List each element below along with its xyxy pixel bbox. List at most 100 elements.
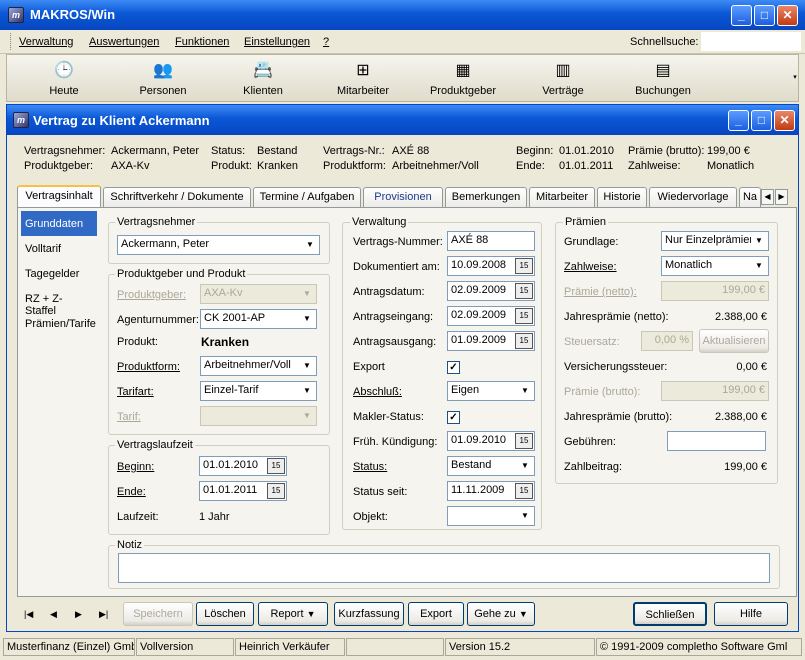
vl-beginn-date[interactable]: 01.01.2010 15 [199,456,287,476]
chevron-down-icon[interactable]: ▼ [299,358,315,374]
makler-status-checkbox[interactable]: ✓ [447,411,460,424]
tab-provisionen[interactable]: Provisionen [363,187,443,208]
close-button[interactable]: ✕ [777,5,798,26]
fruehkuendigung-date[interactable]: 01.09.2010 15 [447,431,535,451]
tab-bemerkungen[interactable]: Bemerkungen [445,187,527,208]
vertragsnummer-input[interactable]: AXÉ 88 [447,231,535,251]
minimize-button[interactable]: _ [731,5,752,26]
client-card-icon: 📇 [253,62,273,79]
export-button[interactable]: Export [408,602,464,626]
products-stack-icon: ▦ [455,62,471,79]
menu-auswertungen[interactable]: Auswertungen [89,36,159,48]
notiz-textarea[interactable] [118,553,770,583]
grundlage-select[interactable]: Nur Einzelprämien ▼ [661,231,769,251]
toolbar-mitarbeiter-button[interactable]: ⊞ Mitarbeiter [321,58,405,100]
last-record-icon[interactable]: ▶| [99,609,108,620]
chevron-down-icon[interactable]: ▼ [517,383,533,399]
chevron-down-icon[interactable]: ▼ [751,258,767,274]
abschluss-select[interactable]: Eigen ▼ [447,381,535,401]
dokumentiert-date[interactable]: 10.09.2008 15 [447,256,535,276]
antragsdatum-date[interactable]: 02.09.2009 15 [447,281,535,301]
tab-historie[interactable]: Historie [597,187,647,208]
child-minimize-button[interactable]: _ [728,110,749,131]
contract-chart-icon: ▥ [555,62,571,79]
status-select[interactable]: Bestand ▼ [447,456,535,476]
menu-einstellungen[interactable]: Einstellungen [244,36,310,48]
calendar-icon[interactable]: 15 [515,333,533,349]
objekt-select[interactable]: ▼ [447,506,535,526]
contract-window: m Vertrag zu Klient Ackermann _ □ ✕ Vert… [6,104,799,632]
menu-help[interactable]: ? [323,36,329,48]
loeschen-button[interactable]: Löschen [196,602,254,626]
calendar-icon[interactable]: 15 [515,258,533,274]
status-version: Version 15.2 [445,638,595,656]
chevron-down-icon[interactable]: ▼ [302,237,318,253]
antragsausgang-date[interactable]: 01.09.2009 15 [447,331,535,351]
toolbar-buchungen-button[interactable]: ▤ Buchungen [621,58,705,100]
gebuehren-input[interactable] [667,431,766,451]
produktform-select[interactable]: Arbeitnehmer/Voll ▼ [200,356,317,376]
toolbar-personen-button[interactable]: 👥 Personen [121,58,205,100]
vertragsnehmer-select[interactable]: Ackermann, Peter ▼ [117,235,320,255]
fruehkuendigung-label: Früh. Kündigung: [353,436,438,448]
group-vertragslaufzeit-label: Vertragslaufzeit [115,439,195,451]
tab-vertragsinhalt[interactable]: Vertragsinhalt [17,185,101,208]
side-item-tagegelder[interactable]: Tagegelder [21,261,97,286]
menu-funktionen[interactable]: Funktionen [175,36,229,48]
versicherungssteuer-value: 0,00 € [736,361,767,373]
calendar-icon[interactable]: 15 [267,483,285,499]
quicksearch-input[interactable] [701,32,801,51]
tab-mitarbeiter[interactable]: Mitarbeiter [529,187,595,208]
tab-wiedervorlage[interactable]: Wiedervorlage [649,187,737,208]
zahlweise-select[interactable]: Monatlich ▼ [661,256,769,276]
tarifart-select[interactable]: Einzel-Tarif ▼ [200,381,317,401]
zahlbeitrag-value: 199,00 € [724,461,767,473]
maximize-button[interactable]: □ [754,5,775,26]
first-record-icon[interactable]: |◀ [24,609,33,620]
tab-na[interactable]: Na [739,187,761,208]
side-item-grunddaten[interactable]: Grunddaten [21,211,97,236]
schliessen-button[interactable]: Schließen [633,602,707,626]
chevron-down-icon[interactable]: ▼ [299,311,315,327]
next-record-icon[interactable]: ▶ [75,609,82,620]
chevron-down-icon[interactable]: ▼ [517,508,533,524]
chevron-down-icon[interactable]: ▼ [299,383,315,399]
vl-ende-date[interactable]: 01.01.2011 15 [199,481,287,501]
side-item-rz-staffel[interactable]: RZ + Z-Staffel [21,286,97,317]
toolbar-personen-label: Personen [139,85,187,97]
tab-termine[interactable]: Termine / Aufgaben [253,187,361,208]
kurzfassung-button[interactable]: Kurzfassung [334,602,404,626]
antragseingang-date[interactable]: 02.09.2009 15 [447,306,535,326]
tab-scroll-right-icon[interactable]: ▶ [775,189,788,205]
prev-record-icon[interactable]: ◀ [50,609,57,620]
export-checkbox[interactable]: ✓ [447,361,460,374]
agenturnummer-select[interactable]: CK 2001-AP ▼ [200,309,317,329]
hilfe-button[interactable]: Hilfe [714,602,788,626]
calendar-icon[interactable]: 15 [515,308,533,324]
toolbar-vertraege-button[interactable]: ▥ Verträge [521,58,605,100]
toolbar-produktgeber-button[interactable]: ▦ Produktgeber [421,58,505,100]
report-button[interactable]: Report ▼ [258,602,328,626]
calendar-icon[interactable]: 15 [515,283,533,299]
menu-verwaltung[interactable]: Verwaltung [19,36,73,48]
child-maximize-button[interactable]: □ [751,110,772,131]
calendar-icon[interactable]: 15 [515,483,533,499]
toolbar-klienten-button[interactable]: 📇 Klienten [221,58,305,100]
tarif-select: ▼ [200,406,317,426]
calendar-icon[interactable]: 15 [267,458,285,474]
side-item-praemien-tarife[interactable]: Prämien/Tarife [21,311,97,336]
side-item-volltarif[interactable]: Volltarif [21,236,97,261]
toolbar-heute-button[interactable]: 🕒 Heute [22,58,106,100]
tab-scroll-left-icon[interactable]: ◀ [761,189,774,205]
chevron-down-icon[interactable]: ▼ [517,458,533,474]
hdr-form-value: Arbeitnehmer/Voll [392,160,479,172]
abschluss-label: Abschluß: [353,386,402,398]
toolbar-overflow-chevron-icon[interactable]: ▾ [791,55,799,101]
child-close-button[interactable]: ✕ [774,110,795,131]
tab-schriftverkehr[interactable]: Schriftverkehr / Dokumente [103,187,251,208]
status-seit-date[interactable]: 11.11.2009 15 [447,481,535,501]
chevron-down-icon[interactable]: ▼ [751,233,767,249]
produktgeber-label: Produktgeber: [117,289,187,301]
calendar-icon[interactable]: 15 [515,433,533,449]
gehe-zu-button[interactable]: Gehe zu ▼ [467,602,535,626]
